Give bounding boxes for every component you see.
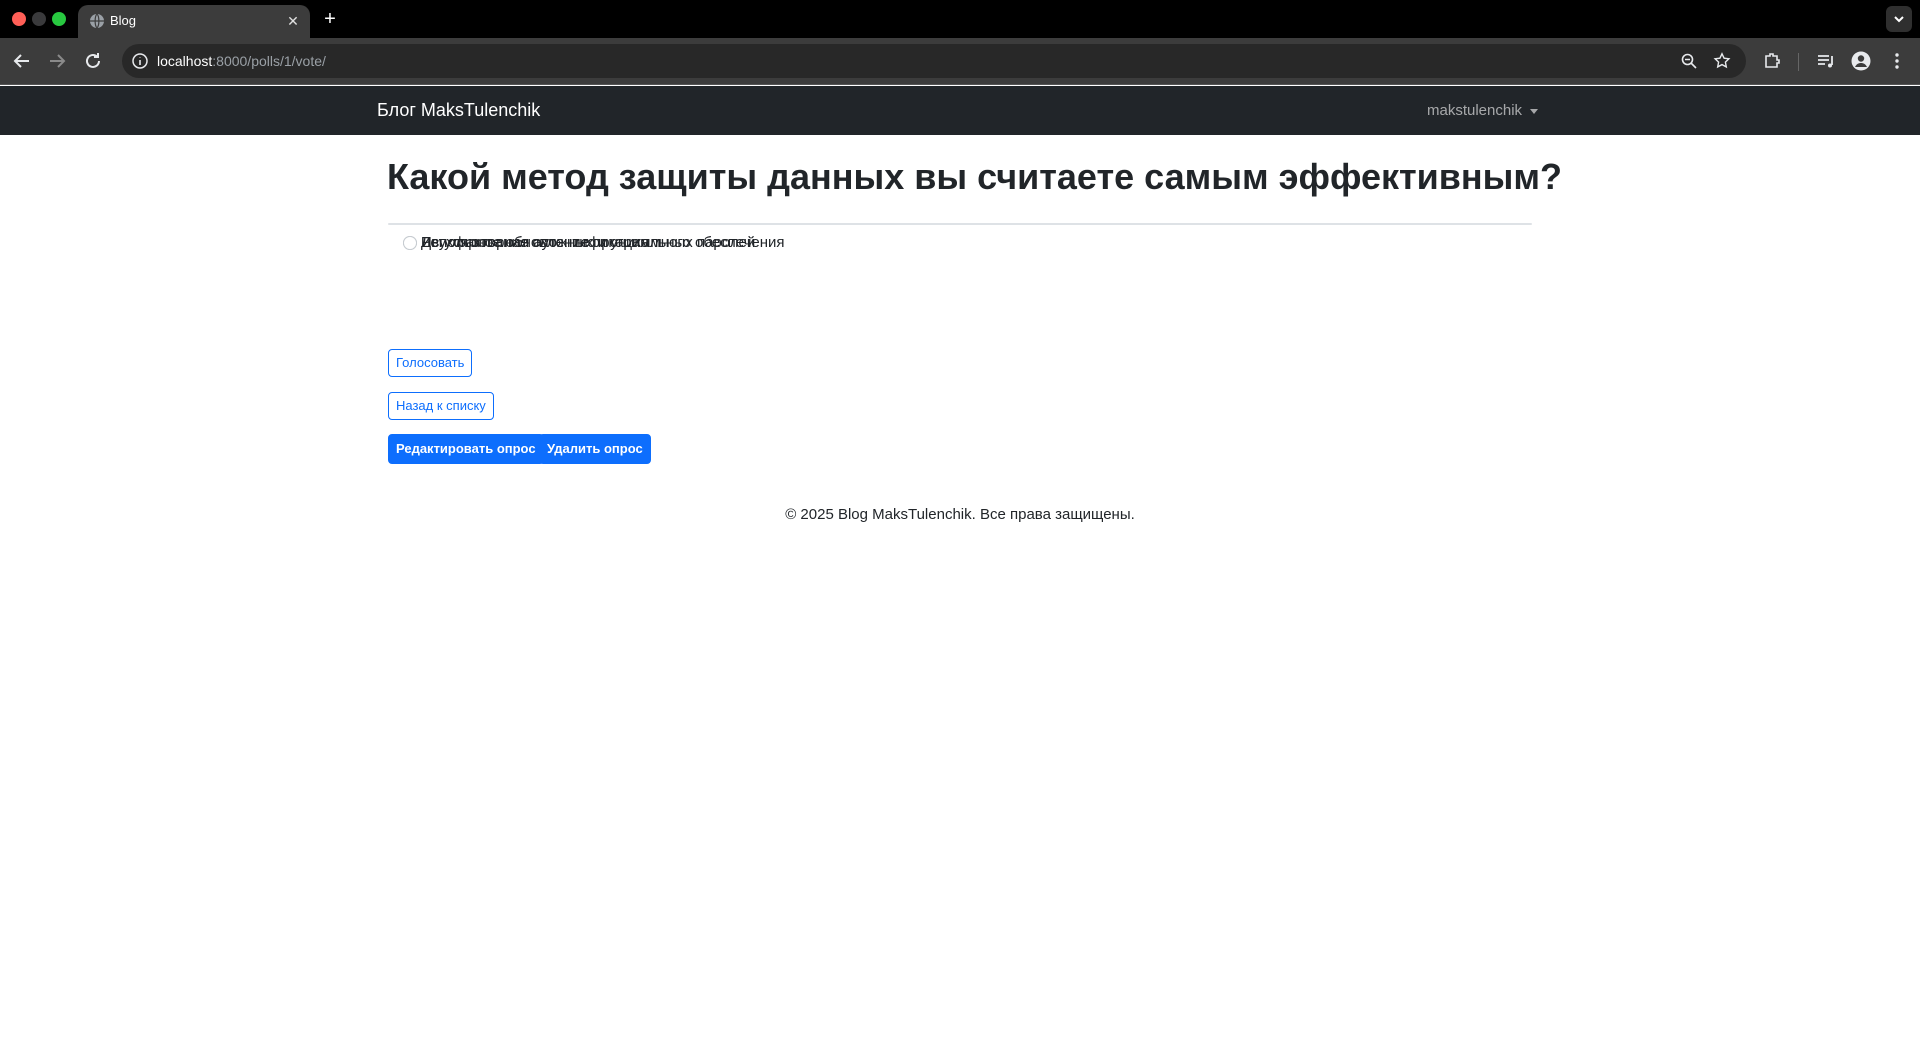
globe-icon: [90, 13, 104, 29]
new-tab-button[interactable]: +: [318, 7, 342, 31]
url-text[interactable]: localhost:8000/polls/1/vote/: [157, 53, 326, 69]
forward-arrow-icon[interactable]: [45, 49, 69, 73]
page-footer: © 2025 Blog MaksTulenchik. Все права защ…: [0, 506, 1920, 523]
browser-toolbar: localhost:8000/polls/1/vote/: [0, 38, 1920, 85]
kebab-menu-icon[interactable]: [1886, 50, 1908, 72]
reload-icon[interactable]: [81, 49, 105, 73]
zoom-icon[interactable]: [1680, 52, 1698, 70]
browser-tabstrip: Blog ✕ +: [0, 0, 1920, 38]
poll-question: Какой метод защиты данных вы считаете са…: [387, 156, 1563, 197]
site-navbar: Блог MaksTulenchik makstulenchik: [0, 86, 1920, 135]
browser-tab[interactable]: Blog ✕: [78, 5, 310, 38]
url-host: localhost: [157, 53, 213, 69]
toolbar-divider: [1798, 53, 1799, 71]
url-path: :8000/polls/1/vote/: [212, 53, 326, 69]
media-controls-icon[interactable]: [1815, 50, 1837, 72]
tab-close-icon[interactable]: ✕: [284, 12, 302, 30]
extensions-icon[interactable]: [1761, 50, 1783, 72]
caret-down-icon: [1530, 108, 1539, 114]
tab-title: Blog: [110, 13, 137, 28]
close-window-button[interactable]: [12, 12, 26, 26]
back-to-list-button[interactable]: Назад к списку: [388, 392, 494, 420]
tab-search-button[interactable]: [1886, 6, 1912, 32]
choice-label[interactable]: Регулярное обновление программного обесп…: [421, 234, 785, 251]
choices-list: Использование сложных и уникальных парол…: [388, 223, 1532, 251]
username: makstulenchik: [1427, 102, 1523, 119]
bookmark-star-icon[interactable]: [1713, 52, 1731, 70]
edit-poll-button[interactable]: Редактировать опрос: [388, 434, 544, 464]
minimize-window-button[interactable]: [32, 12, 46, 26]
user-dropdown-toggle[interactable]: makstulenchik: [1427, 102, 1539, 119]
choice-radio[interactable]: [403, 236, 417, 250]
chevron-down-icon: [1894, 16, 1904, 23]
address-bar[interactable]: localhost:8000/polls/1/vote/: [122, 44, 1746, 78]
footer-copyright: © 2025 Blog MaksTulenchik. Все права защ…: [785, 506, 1135, 523]
delete-poll-button[interactable]: Удалить опрос: [539, 434, 651, 464]
profile-avatar-icon[interactable]: [1850, 50, 1872, 72]
maximize-window-button[interactable]: [52, 12, 66, 26]
vote-button[interactable]: Голосовать: [388, 349, 473, 377]
brand-link[interactable]: Блог MaksTulenchik: [377, 100, 540, 121]
back-arrow-icon[interactable]: [10, 49, 34, 73]
site-info-icon[interactable]: [131, 52, 149, 70]
